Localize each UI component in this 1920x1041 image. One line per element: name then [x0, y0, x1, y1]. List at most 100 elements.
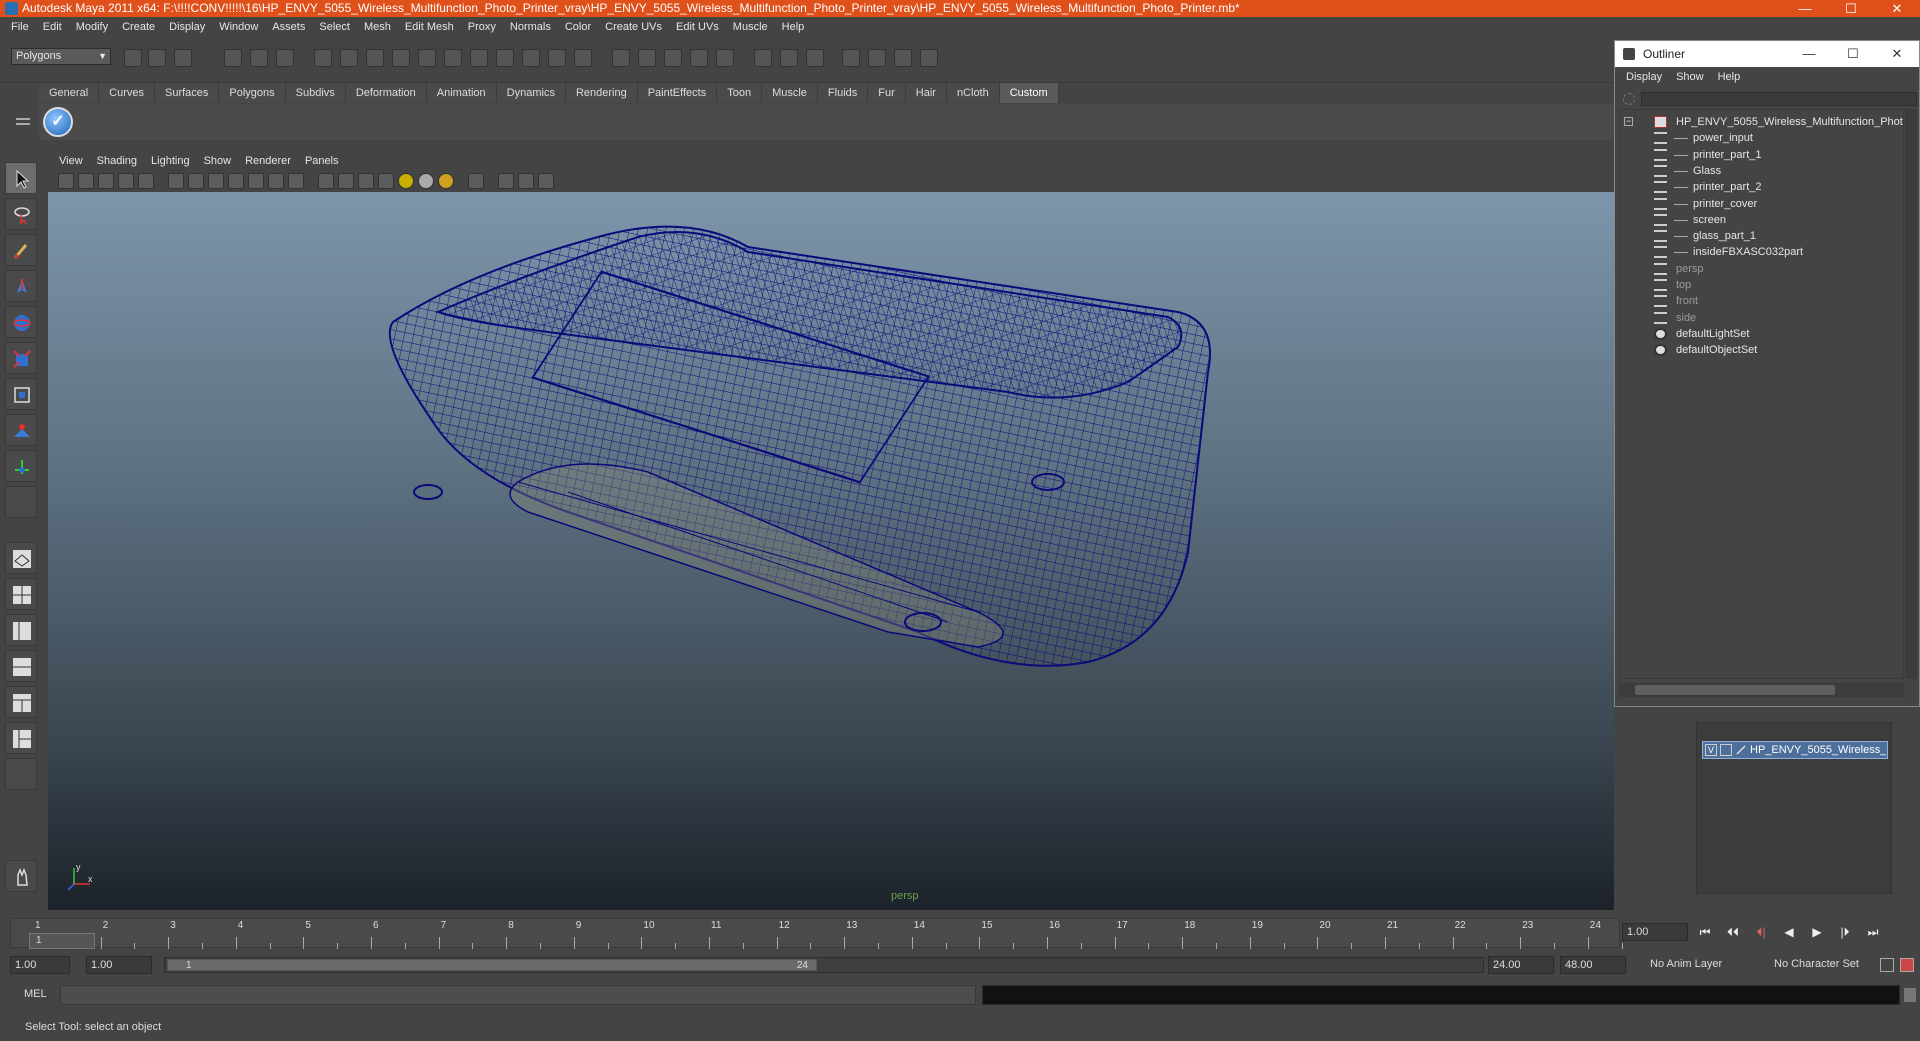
hypershade-persp-layout-button[interactable] [5, 686, 37, 718]
shelf-tab-surfaces[interactable]: Surfaces [154, 83, 220, 103]
hypershade-icon[interactable] [920, 49, 938, 67]
outliner-vertical-scrollbar[interactable] [1905, 109, 1917, 679]
panel-menu-panels[interactable]: Panels [298, 155, 346, 167]
select-joint-icon[interactable] [340, 49, 358, 67]
menu-select[interactable]: Select [312, 21, 357, 33]
hud-icon[interactable] [538, 173, 554, 189]
shelf-tab-subdivs[interactable]: Subdivs [285, 83, 346, 103]
outliner-menu-show[interactable]: Show [1669, 71, 1711, 83]
new-scene-icon[interactable] [124, 49, 142, 67]
all-lights-icon[interactable] [418, 173, 434, 189]
menu-assets[interactable]: Assets [265, 21, 312, 33]
animation-end-field[interactable]: 48.00 [1560, 956, 1626, 974]
display-layer-row[interactable]: V HP_ENVY_5055_Wireless_M [1702, 741, 1888, 759]
default-lighting-icon[interactable] [398, 173, 414, 189]
select-curve-icon[interactable] [366, 49, 384, 67]
safe-action-icon[interactable] [268, 173, 284, 189]
last-tool-used[interactable] [5, 486, 37, 518]
range-slider-thumb[interactable]: 1 24 [167, 959, 817, 971]
select-dynamics-icon[interactable] [444, 49, 462, 67]
time-slider[interactable]: 1 2 3 4 5 6 7 8 9 10 11 12 13 14 15 16 17 18 19 20 21 22 23 24 1 [10, 918, 1623, 949]
panel-menu-shading[interactable]: Shading [90, 155, 144, 167]
shelf-tab-painteffects[interactable]: PaintEffects [637, 83, 718, 103]
select-deformation-icon[interactable] [418, 49, 436, 67]
panel-menu-renderer[interactable]: Renderer [238, 155, 298, 167]
command-input[interactable] [60, 985, 976, 1005]
construction-history-icon[interactable] [780, 49, 798, 67]
select-by-hierarchy-icon[interactable] [224, 49, 242, 67]
menu-window[interactable]: Window [212, 21, 265, 33]
play-forward-button[interactable]: ▶ [1808, 924, 1826, 940]
menu-edit-mesh[interactable]: Edit Mesh [398, 21, 461, 33]
menu-create[interactable]: Create [115, 21, 162, 33]
history-icon[interactable] [754, 49, 772, 67]
panel-menu-lighting[interactable]: Lighting [144, 155, 197, 167]
current-frame-field[interactable]: 1.00 [1622, 923, 1688, 941]
snap-to-view-plane-icon[interactable] [690, 49, 708, 67]
collapse-icon[interactable]: − [1624, 117, 1633, 126]
soft-modification-tool[interactable] [5, 414, 37, 446]
shelf-tab-muscle[interactable]: Muscle [762, 83, 818, 103]
show-manipulator-tool[interactable] [5, 450, 37, 482]
scale-tool[interactable] [5, 342, 37, 374]
image-plane-icon[interactable] [118, 173, 134, 189]
rotate-tool[interactable] [5, 306, 37, 338]
close-button[interactable]: ✕ [1874, 0, 1920, 17]
highlight-selection-icon[interactable] [574, 49, 592, 67]
animation-preferences-icon[interactable] [1900, 958, 1914, 972]
smooth-shading-icon[interactable] [338, 173, 354, 189]
outliner-search-input[interactable] [1641, 92, 1917, 106]
shelf-tab-hair[interactable]: Hair [905, 83, 947, 103]
menu-muscle[interactable]: Muscle [726, 21, 775, 33]
camera-attributes-icon[interactable] [78, 173, 94, 189]
shelf-tab-dynamics[interactable]: Dynamics [496, 83, 566, 103]
shelf-tab-general[interactable]: General [39, 83, 100, 103]
shadows-icon[interactable] [438, 173, 454, 189]
grid-toggle-icon[interactable] [168, 173, 184, 189]
animation-start-field[interactable]: 1.00 [10, 956, 70, 974]
select-handle-icon[interactable] [314, 49, 332, 67]
help-icon[interactable] [522, 49, 540, 67]
move-tool[interactable] [5, 270, 37, 302]
custom-shelf-button[interactable]: ✓ [43, 107, 73, 137]
snap-to-point-icon[interactable] [664, 49, 682, 67]
layer-visibility-toggle[interactable]: V [1705, 744, 1717, 756]
two-d-pan-zoom-icon[interactable] [138, 173, 154, 189]
perspective-viewport[interactable]: x y persp [48, 192, 1614, 910]
playback-start-field[interactable]: 1.00 [86, 956, 152, 974]
go-to-end-button[interactable]: ⏭ [1864, 924, 1882, 940]
step-back-key-button[interactable]: ⏴⏴ [1724, 924, 1742, 940]
menu-create-uvs[interactable]: Create UVs [598, 21, 669, 33]
key-icon[interactable] [1880, 958, 1894, 972]
render-current-frame-icon[interactable] [842, 49, 860, 67]
shelf-tab-fluids[interactable]: Fluids [817, 83, 869, 103]
layer-playback-toggle[interactable] [1720, 744, 1732, 756]
minimize-button[interactable]: — [1782, 0, 1828, 17]
make-live-icon[interactable] [716, 49, 734, 67]
mode-selector[interactable]: Polygons ▼ [11, 48, 111, 65]
shelf-tab-animation[interactable]: Animation [426, 83, 497, 103]
paint-select-tool[interactable] [5, 234, 37, 266]
shelf-tab-deformation[interactable]: Deformation [345, 83, 427, 103]
shelf-tab-polygons[interactable]: Polygons [219, 83, 286, 103]
outliner-menu-help[interactable]: Help [1711, 71, 1748, 83]
shelf-tab-custom[interactable]: Custom [999, 83, 1059, 103]
select-by-object-icon[interactable] [250, 49, 268, 67]
menu-help[interactable]: Help [775, 21, 812, 33]
render-view-icon[interactable] [806, 49, 824, 67]
select-misc-icon[interactable] [496, 49, 514, 67]
outliner-horizontal-scrollbar[interactable] [1619, 683, 1904, 697]
menu-display[interactable]: Display [162, 21, 212, 33]
persp-outliner-layout-button[interactable] [5, 614, 37, 646]
lasso-tool[interactable] [5, 198, 37, 230]
outliner-item[interactable]: defaultObjectSet [1620, 340, 1903, 360]
render-settings-icon[interactable] [894, 49, 912, 67]
save-scene-icon[interactable] [174, 49, 192, 67]
single-perspective-layout-button[interactable] [5, 542, 37, 574]
shelf-menu-icon[interactable] [14, 110, 32, 134]
open-scene-icon[interactable] [148, 49, 166, 67]
snap-to-curve-icon[interactable] [638, 49, 656, 67]
script-editor-icon[interactable] [1904, 988, 1916, 1002]
menu-edit[interactable]: Edit [36, 21, 69, 33]
xray-icon[interactable] [498, 173, 514, 189]
